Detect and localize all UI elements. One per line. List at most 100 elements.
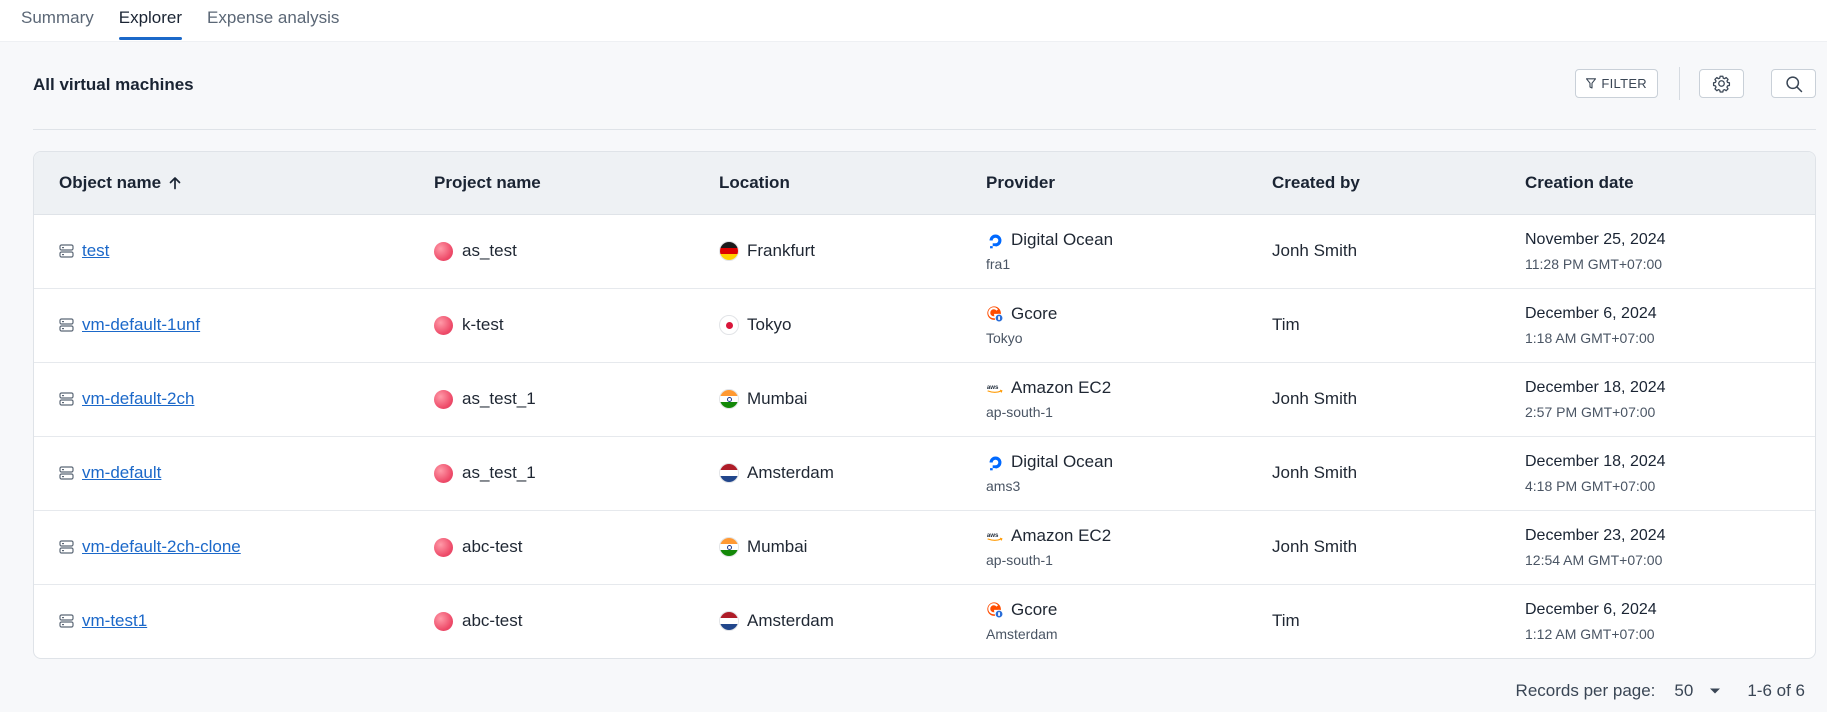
column-label: Object name — [59, 172, 162, 192]
object-name-link[interactable]: test — [82, 241, 109, 261]
cell-creation-date: December 6, 2024 1:12 AM GMT+07:00 — [1500, 584, 1815, 658]
cell-object-name: vm-test1 — [34, 584, 409, 658]
records-per-page-value: 50 — [1674, 681, 1694, 700]
table-row: vm-default-2ch as_test_1 Mumbai aws Amazon E… — [34, 362, 1815, 437]
project-name: as_test_1 — [462, 463, 536, 482]
cell-location: Amsterdam — [694, 584, 961, 658]
tab-summary[interactable]: Summary — [21, 0, 94, 41]
caret-down-icon — [1709, 687, 1721, 695]
provider-name: Digital Ocean — [1011, 230, 1114, 249]
cell-provider: Digital Ocean fra1 — [961, 214, 1247, 289]
location-name: Frankfurt — [747, 241, 816, 260]
location-name: Amsterdam — [747, 611, 834, 631]
location-name: Tokyo — [747, 315, 792, 334]
records-per-page-select[interactable]: 50 — [1674, 681, 1721, 701]
column-header-location[interactable]: Location — [694, 152, 961, 215]
tab-bar: Summary Explorer Expense analysis — [0, 0, 1827, 42]
column-header-created-by[interactable]: Created by — [1247, 152, 1500, 215]
project-name: as_test_1 — [462, 389, 536, 408]
creation-date: December 18, 2024 — [1525, 378, 1666, 396]
object-name-link[interactable]: vm-default — [82, 463, 161, 483]
server-icon — [59, 466, 74, 480]
tab-explorer[interactable]: Explorer — [118, 0, 183, 41]
cell-creation-date: November 25, 2024 11:28 PM GMT+07:00 — [1500, 214, 1815, 289]
column-header-object-name[interactable]: Object name — [34, 152, 409, 215]
project-name: as_test — [462, 241, 517, 260]
digital-ocean-icon — [986, 453, 1004, 471]
tab-expense-analysis[interactable]: Expense analysis — [207, 0, 339, 41]
netherlands-flag-icon — [719, 611, 739, 632]
cell-created-by: Tim — [1272, 611, 1300, 631]
toolbar-actions: FILTER — [1575, 67, 1816, 100]
column-header-project-name[interactable]: Project name — [409, 152, 694, 215]
location-name: Mumbai — [747, 537, 808, 556]
page-title: All virtual machines — [33, 74, 194, 94]
provider-region: ams3 — [986, 478, 1021, 494]
creation-date: November 25, 2024 — [1525, 230, 1666, 248]
table-row: test as_test Frankfurt Digital Ocean fra1 Jon… — [34, 214, 1815, 289]
cell-creation-date: December 6, 2024 1:18 AM GMT+07:00 — [1500, 288, 1815, 363]
creation-date: December 6, 2024 — [1525, 600, 1657, 618]
cell-created-by: Jonh Smith — [1247, 510, 1500, 585]
cell-project-name: k-test — [409, 288, 694, 363]
location-name: Amsterdam — [747, 463, 834, 482]
cell-provider: Digital Ocean ams3 — [961, 436, 1247, 511]
filter-icon — [1586, 78, 1597, 89]
server-icon — [59, 318, 74, 332]
provider-name: Gcore — [1011, 600, 1058, 620]
cell-location: Amsterdam — [694, 436, 961, 511]
settings-button[interactable] — [1699, 69, 1744, 98]
column-header-provider[interactable]: Provider — [961, 152, 1247, 215]
cell-object-name: vm-default-2ch — [34, 362, 409, 437]
germany-flag-icon — [719, 241, 739, 261]
cell-provider: aws Amazon EC2 ap-south-1 — [961, 362, 1247, 437]
provider-name: Amazon EC2 — [1011, 526, 1112, 545]
cell-project-name: abc-test — [409, 584, 694, 658]
creation-time: 11:28 PM GMT+07:00 — [1525, 255, 1663, 272]
provider-name: Amazon EC2 — [1011, 378, 1112, 397]
location-name: Mumbai — [747, 389, 808, 408]
object-name-link[interactable]: vm-test1 — [82, 611, 147, 631]
table-row: vm-test1 abc-test Amsterdam Gcore Amsterdam T… — [34, 584, 1815, 658]
project-name: k-test — [462, 315, 504, 334]
provider-name: Digital Ocean — [1011, 452, 1114, 471]
object-name-link[interactable]: vm-default-1unf — [82, 315, 200, 335]
gcore-icon — [986, 601, 1004, 619]
toolbar: All virtual machines FILTER — [33, 42, 1816, 130]
india-flag-icon — [719, 389, 739, 409]
filter-button-label: FILTER — [1601, 76, 1647, 91]
filter-button[interactable]: FILTER — [1575, 69, 1658, 98]
creation-date: December 6, 2024 — [1525, 304, 1657, 322]
object-name-link[interactable]: vm-default-2ch-clone — [82, 537, 241, 557]
aws-icon: aws — [986, 379, 1004, 397]
project-icon — [434, 611, 453, 631]
pagination-range: 1-6 of 6 — [1747, 681, 1805, 700]
creation-time: 1:12 AM GMT+07:00 — [1525, 625, 1655, 642]
cell-created-by: Jonh Smith — [1247, 436, 1500, 511]
cell-created-by: Jonh Smith — [1247, 362, 1500, 437]
provider-region: ap-south-1 — [986, 404, 1053, 420]
cell-project-name: abc-test — [409, 510, 694, 585]
cell-location: Tokyo — [694, 288, 961, 363]
table-header-row: Object name Project name Location Provid… — [34, 152, 1815, 215]
arrow-up-icon[interactable] — [168, 176, 182, 190]
search-button[interactable] — [1771, 69, 1816, 98]
project-icon — [434, 315, 453, 335]
cell-location: Frankfurt — [694, 214, 961, 289]
cell-creation-date: December 18, 2024 4:18 PM GMT+07:00 — [1500, 436, 1815, 511]
cell-project-name: as_test — [409, 214, 694, 289]
server-icon — [59, 244, 74, 258]
column-header-creation-date[interactable]: Creation date — [1500, 152, 1815, 215]
table-row: vm-default-2ch-clone abc-test Mumbai aws Ama… — [34, 510, 1815, 585]
project-name: abc-test — [462, 537, 523, 556]
gcore-icon — [986, 305, 1004, 323]
table-row: vm-default as_test_1 Amsterdam Digital Ocea… — [34, 436, 1815, 511]
cell-provider: aws Amazon EC2 ap-south-1 — [961, 510, 1247, 585]
provider-region: fra1 — [986, 256, 1011, 272]
cell-object-name: vm-default — [34, 436, 409, 511]
project-name: abc-test — [462, 611, 523, 631]
cell-project-name: as_test_1 — [409, 362, 694, 437]
creation-date: December 18, 2024 — [1525, 452, 1666, 470]
cell-location: Mumbai — [694, 362, 961, 437]
object-name-link[interactable]: vm-default-2ch — [82, 389, 194, 409]
